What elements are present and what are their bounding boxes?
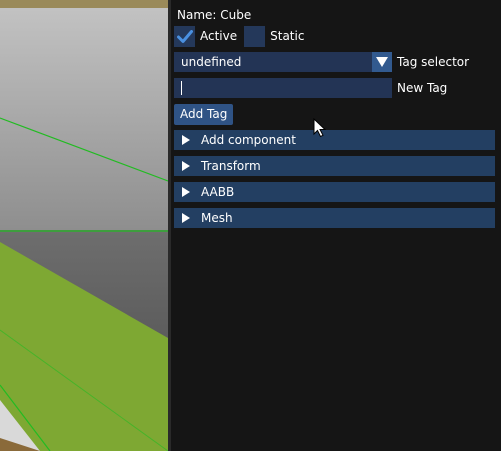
dropdown-arrow-icon[interactable] xyxy=(372,52,392,72)
tag-selector-dropdown[interactable]: undefined xyxy=(174,52,392,72)
object-name-label: Name: Cube xyxy=(177,8,252,22)
tag-selector-row: undefined Tag selector xyxy=(174,52,469,72)
inspector-panel: Name: Cube Active Static undefined Tag s… xyxy=(171,0,501,451)
tag-selector-label: Tag selector xyxy=(397,55,470,69)
mesh-header[interactable]: Mesh xyxy=(174,208,495,228)
checkmark-icon xyxy=(176,29,193,43)
active-label: Active xyxy=(200,29,238,43)
scene-viewport[interactable] xyxy=(0,0,168,451)
wall-top-strip xyxy=(0,0,168,8)
tag-selector-value: undefined xyxy=(174,52,372,72)
expand-arrow-icon xyxy=(182,213,190,223)
flags-row: Active Static xyxy=(174,26,311,47)
new-tag-input[interactable] xyxy=(174,78,392,98)
expand-arrow-icon xyxy=(182,161,190,171)
static-checkbox[interactable] xyxy=(244,26,266,47)
aabb-label: AABB xyxy=(201,185,235,199)
aabb-header[interactable]: AABB xyxy=(174,182,495,202)
add-tag-button[interactable]: Add Tag xyxy=(174,104,234,125)
add-component-label: Add component xyxy=(201,133,296,147)
active-checkbox[interactable] xyxy=(174,26,195,47)
mouse-cursor-icon xyxy=(313,118,327,138)
static-label: Static xyxy=(270,29,305,43)
transform-label: Transform xyxy=(201,159,261,173)
expand-arrow-icon xyxy=(182,187,190,197)
new-tag-label: New Tag xyxy=(397,81,448,95)
mesh-label: Mesh xyxy=(201,211,233,225)
scene-render xyxy=(0,0,168,451)
text-caret xyxy=(181,81,182,95)
transform-header[interactable]: Transform xyxy=(174,156,495,176)
add-tag-row: Add Tag xyxy=(174,104,234,125)
add-component-header[interactable]: Add component xyxy=(174,130,495,150)
expand-arrow-icon xyxy=(182,135,190,145)
new-tag-row: New Tag xyxy=(174,78,447,98)
